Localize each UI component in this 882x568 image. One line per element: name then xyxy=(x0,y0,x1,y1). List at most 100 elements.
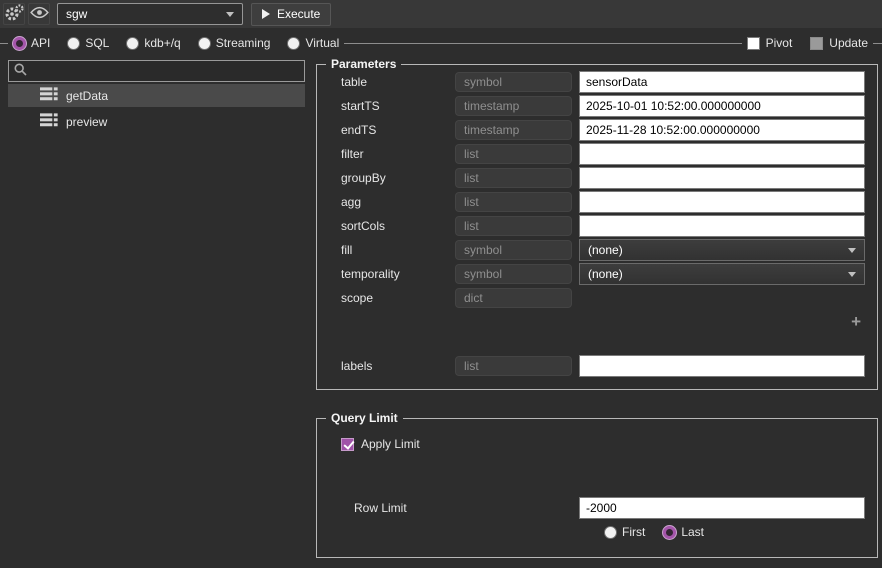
chevron-down-icon xyxy=(848,271,856,277)
settings-button[interactable] xyxy=(3,3,25,25)
execute-button[interactable]: Execute xyxy=(251,2,332,26)
play-icon xyxy=(262,9,270,19)
param-label: filter xyxy=(341,147,364,161)
connection-select-value: sgw xyxy=(66,7,88,21)
param-input-endts[interactable] xyxy=(579,119,865,141)
row-limit-input[interactable] xyxy=(579,497,865,519)
param-input-labels[interactable] xyxy=(579,355,865,377)
divider xyxy=(344,42,742,44)
row-limit-label: Row Limit xyxy=(354,501,407,515)
search-input[interactable] xyxy=(32,64,299,78)
query-type-virtual[interactable]: Virtual xyxy=(287,36,339,50)
radio-label: Last xyxy=(681,525,705,539)
param-type-badge: list xyxy=(455,144,572,164)
gears-icon xyxy=(4,3,24,26)
checkbox-icon xyxy=(341,437,354,451)
connection-select[interactable]: sgw xyxy=(57,3,243,25)
tree-item-getdata[interactable]: getData xyxy=(8,84,305,107)
checkbox-icon xyxy=(746,36,760,50)
execute-button-label: Execute xyxy=(277,7,321,21)
parameters-group: Parameters table symbol startTS timestam… xyxy=(316,57,878,390)
param-select-temporality[interactable]: (none) xyxy=(579,263,865,285)
select-value: (none) xyxy=(588,243,623,257)
limit-order-first[interactable]: First xyxy=(604,525,645,539)
query-type-row: API SQL kdb+/q Streaming Virtual Pivot U… xyxy=(0,33,882,53)
divider xyxy=(0,42,8,44)
apply-limit-checkbox[interactable]: Apply Limit xyxy=(341,437,877,451)
radio-label: SQL xyxy=(85,36,110,50)
add-scope-entry-button[interactable]: + xyxy=(851,313,861,330)
param-type-badge: symbol xyxy=(455,264,572,284)
query-type-streaming[interactable]: Streaming xyxy=(197,36,271,50)
radio-icon xyxy=(67,36,81,50)
param-type-badge: timestamp xyxy=(455,96,572,116)
param-row-filter: filter list xyxy=(341,143,865,165)
param-input-filter[interactable] xyxy=(579,143,865,165)
query-type-sql[interactable]: SQL xyxy=(67,36,109,50)
limit-order-options: First Last xyxy=(604,525,865,539)
scope-add-row: + xyxy=(317,311,877,333)
param-type-badge: list xyxy=(455,168,572,188)
radio-icon xyxy=(126,36,140,50)
chevron-down-icon xyxy=(226,11,234,17)
radio-icon xyxy=(13,36,26,50)
query-type-api[interactable]: API xyxy=(13,36,50,50)
radio-icon xyxy=(197,36,211,50)
param-type-badge: symbol xyxy=(455,72,572,92)
search-icon xyxy=(14,63,27,79)
param-label: table xyxy=(341,75,368,89)
radio-icon xyxy=(287,36,301,50)
param-type-badge: list xyxy=(455,356,572,376)
parameters-legend: Parameters xyxy=(331,57,397,71)
divider xyxy=(873,42,882,44)
table-icon xyxy=(40,113,58,130)
radio-label: Streaming xyxy=(215,36,271,50)
param-type-badge: dict xyxy=(455,288,572,308)
param-input-agg[interactable] xyxy=(579,191,865,213)
param-label: sortCols xyxy=(341,219,386,233)
table-icon xyxy=(40,87,58,104)
row-limit-row: Row Limit xyxy=(341,497,865,519)
param-row-agg: agg list xyxy=(341,191,865,213)
query-limit-legend: Query Limit xyxy=(331,411,398,425)
select-value: (none) xyxy=(588,267,623,281)
param-label: labels xyxy=(341,359,373,373)
limit-order-last[interactable]: Last xyxy=(663,525,704,539)
tree-item-preview[interactable]: preview xyxy=(8,110,305,133)
search-box[interactable] xyxy=(8,60,305,82)
radio-icon xyxy=(663,525,677,539)
update-label: Update xyxy=(829,36,868,50)
param-label: scope xyxy=(341,291,374,305)
param-row-endts: endTS timestamp xyxy=(341,119,865,141)
param-type-badge: list xyxy=(455,192,572,212)
param-input-table[interactable] xyxy=(579,71,865,93)
radio-label: API xyxy=(31,36,51,50)
param-row-scope: scope dict xyxy=(341,287,865,309)
pivot-checkbox[interactable]: Pivot xyxy=(742,36,798,50)
eye-icon xyxy=(29,6,49,22)
param-type-badge: symbol xyxy=(455,240,572,260)
param-row-sortcols: sortCols list xyxy=(341,215,865,237)
query-type-kdbq[interactable]: kdb+/q xyxy=(126,36,181,50)
radio-label: First xyxy=(622,525,646,539)
apply-limit-label: Apply Limit xyxy=(361,437,420,451)
param-input-sortcols[interactable] xyxy=(579,215,865,237)
param-row-groupby: groupBy list xyxy=(341,167,865,189)
param-row-fill: fill symbol (none) xyxy=(341,239,865,261)
query-limit-group: Query Limit Apply Limit Row Limit First … xyxy=(316,411,878,558)
param-select-fill[interactable]: (none) xyxy=(579,239,865,261)
preview-visibility-button[interactable] xyxy=(28,3,50,25)
param-input-startts[interactable] xyxy=(579,95,865,117)
param-type-badge: list xyxy=(455,216,572,236)
param-row-table: table symbol xyxy=(341,71,865,93)
param-input-groupby[interactable] xyxy=(579,167,865,189)
param-label: fill xyxy=(341,243,353,257)
query-type-options: API SQL kdb+/q Streaming Virtual xyxy=(8,36,344,50)
radio-label: Virtual xyxy=(305,36,340,50)
radio-icon xyxy=(604,525,617,539)
param-type-badge: timestamp xyxy=(455,120,572,140)
param-row-startts: startTS timestamp xyxy=(341,95,865,117)
update-checkbox[interactable]: Update xyxy=(805,36,873,50)
api-sidebar: getData preview xyxy=(8,60,305,136)
param-row-temporality: temporality symbol (none) xyxy=(341,263,865,285)
